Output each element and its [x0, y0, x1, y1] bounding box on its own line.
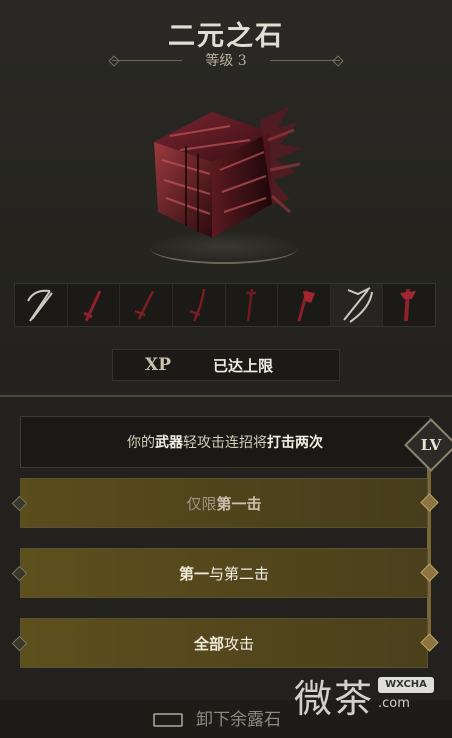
xp-label: XP: [145, 355, 171, 375]
unequip-button[interactable]: 卸下余露石: [196, 705, 281, 730]
option-3-bold: 全部: [193, 634, 224, 653]
description-weapon: 武器: [155, 435, 183, 451]
watermark-text: 微茶: [294, 677, 375, 721]
option-2-suffix: 与第二击: [209, 564, 270, 583]
item-level: 等级 3: [205, 53, 247, 69]
weapon-slot-spear[interactable]: [225, 284, 279, 326]
xp-status: 已达上限: [213, 356, 274, 375]
effect-description: 你的 武器 轻攻击连招将 打击两次: [20, 416, 430, 468]
level-divider-left: [112, 60, 182, 61]
weapon-slot-dagger[interactable]: [67, 284, 121, 326]
description-text-2: 轻攻击连招将: [183, 435, 267, 451]
dual-stone-image: [140, 100, 312, 265]
weapon-slot-bow[interactable]: [330, 284, 384, 326]
option-1-bold: 第一击: [216, 494, 262, 513]
bow-icon: [342, 287, 373, 323]
level-divider-right: [270, 60, 340, 61]
spacebar-key-icon: [153, 713, 183, 727]
weapon-type-list: [14, 283, 436, 327]
watermark-badge: WXCHA: [378, 677, 434, 693]
dagger-icon: [83, 290, 102, 322]
option-1-plain: 仅限: [186, 494, 217, 513]
option-2-bold: 第一: [178, 564, 209, 583]
weapon-slot-katana[interactable]: [172, 284, 226, 326]
scythe-icon: [26, 289, 53, 322]
option-3-suffix: 攻击: [224, 634, 255, 653]
watermark-url: .com: [378, 696, 410, 711]
katana-icon: [189, 288, 205, 322]
sword-icon: [134, 290, 155, 320]
description-strike-twice: 打击两次: [267, 435, 323, 451]
weapon-slot-sword[interactable]: [120, 284, 173, 326]
item-title: 二元之石: [168, 21, 284, 52]
option-first-strike-only[interactable]: 仅限 第一击: [20, 478, 428, 528]
xp-status-box: XP 已达上限: [112, 349, 340, 381]
option-all-attacks[interactable]: 全部 攻击: [20, 618, 428, 668]
weapon-slot-greatsword[interactable]: [383, 284, 435, 326]
section-divider: [0, 395, 452, 397]
weapon-slot-axe[interactable]: [278, 284, 331, 326]
greatsword-icon: [400, 288, 417, 322]
level-indicator: 等级 3: [108, 50, 344, 70]
weapon-slot-scythe[interactable]: [15, 284, 68, 326]
spear-icon: [246, 288, 257, 322]
description-text-1: 你的: [127, 435, 155, 451]
lv-badge: LV: [420, 436, 442, 454]
axe-icon: [297, 290, 315, 322]
option-first-and-second-strike[interactable]: 第一 与第二击: [20, 548, 428, 598]
